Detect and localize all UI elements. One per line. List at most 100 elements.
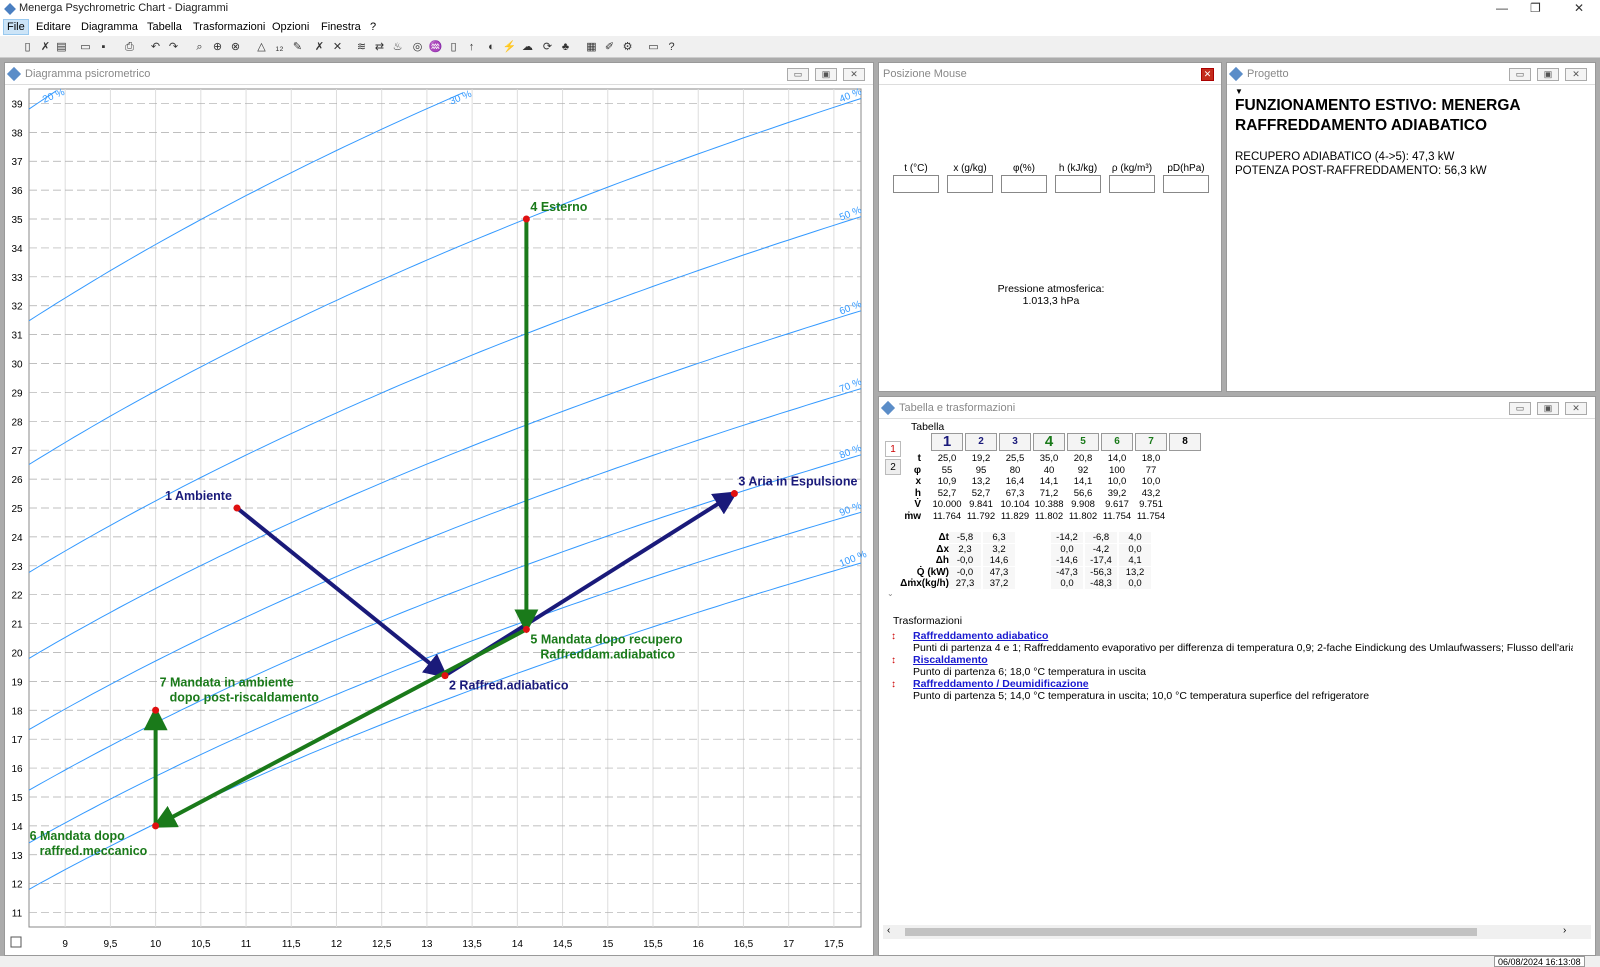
restore-button[interactable]: ❐ — [1530, 1, 1541, 15]
swap-icon[interactable]: ⇄ — [372, 40, 387, 55]
close-button[interactable]: ✕ — [1574, 1, 1584, 15]
table-close-button[interactable]: ✕ — [1565, 402, 1587, 415]
y-tick-label: 28 — [11, 417, 23, 428]
mouse-field-input[interactable] — [1001, 175, 1047, 193]
scroll-down-icon[interactable]: ⌄ — [887, 589, 894, 598]
horizontal-scrollbar[interactable]: ‹ › — [883, 925, 1591, 939]
report-icon[interactable]: ▤ — [54, 40, 69, 55]
menu-editare[interactable]: Editare — [33, 21, 74, 33]
print-icon[interactable]: ⎙ — [122, 40, 137, 55]
mouse-field-input[interactable] — [1163, 175, 1209, 193]
mouse-field-input[interactable] — [1109, 175, 1155, 193]
help-icon[interactable]: ? — [664, 40, 679, 55]
heating-icon: ↕ — [891, 655, 896, 666]
x-tick-label: 16 — [693, 939, 705, 950]
scroll-right-icon[interactable]: › — [1563, 925, 1566, 936]
mouse-field-input[interactable] — [1055, 175, 1101, 193]
psychrometric-chart[interactable]: 9 9,5 10 10,5 11 11,5 12 12,5 13 13,5 14 14,5 15 15,5… — [5, 85, 873, 955]
zoom-in-icon[interactable]: ⊕ — [210, 40, 225, 55]
menu-tabella[interactable]: Tabella — [144, 21, 185, 33]
cool-icon[interactable]: ▯ — [446, 40, 461, 55]
window-icon[interactable]: ▭ — [646, 40, 661, 55]
delete-icon[interactable]: ✗ — [38, 40, 53, 55]
table-cell: 100 — [1101, 464, 1133, 476]
edit-icon[interactable]: ✐ — [602, 40, 617, 55]
mouse-field-input[interactable] — [893, 175, 939, 193]
table-maximize-button[interactable]: ▣ — [1537, 402, 1559, 415]
heat-icon[interactable]: ♨ — [390, 40, 405, 55]
column-header[interactable]: 2 — [965, 433, 997, 451]
scrollbar-thumb[interactable] — [905, 928, 1477, 936]
transformation-link[interactable]: Riscaldamento — [913, 654, 988, 666]
table-minimize-button[interactable]: ▭ — [1509, 402, 1531, 415]
point-label: 3 Aria in Espulsione — [738, 475, 857, 489]
settings-icon[interactable]: ⚙ — [620, 40, 635, 55]
menu-diagramma[interactable]: Diagramma — [78, 21, 141, 33]
transformation-link[interactable]: Raffreddamento / Deumidificazione — [913, 678, 1089, 690]
cloud-icon[interactable]: ☁ — [520, 40, 535, 55]
y-tick-label: 26 — [11, 475, 23, 486]
points-icon[interactable]: ₁₂ — [272, 40, 287, 55]
drop-icon[interactable]: ♒ — [428, 40, 443, 55]
column-header[interactable]: 3 — [999, 433, 1031, 451]
y-tick-label: 32 — [11, 302, 23, 313]
new-icon[interactable]: ▯ — [20, 40, 35, 55]
zoom-icon[interactable]: ⌕ — [192, 40, 207, 55]
row-key: V̇ — [914, 499, 921, 510]
delta-cell: -0,0 — [949, 555, 981, 566]
menu-trasformazioni[interactable]: Trasformazioni — [190, 21, 268, 33]
menu-finestra[interactable]: Finestra — [318, 21, 364, 33]
x-tick-label: 12,5 — [372, 939, 392, 950]
menu-opzioni[interactable]: Opzioni — [269, 21, 312, 33]
mouse-field-input[interactable] — [947, 175, 993, 193]
recover-icon[interactable]: ⟳ — [540, 40, 555, 55]
delta-cell: 0,0 — [1119, 578, 1151, 589]
point-edit-icon[interactable]: ✎ — [290, 40, 305, 55]
circle-icon[interactable]: ◎ — [410, 40, 425, 55]
chart-minimize-button[interactable]: ▭ — [787, 68, 809, 81]
table-window-title: Tabella e trasformazioni — [899, 402, 1016, 414]
remove-all-icon[interactable]: ✕ — [330, 40, 345, 55]
menu-help[interactable]: ? — [367, 21, 379, 33]
save-icon[interactable]: ▪ — [96, 40, 111, 55]
triangle-icon[interactable]: △ — [254, 40, 269, 55]
chart-maximize-button[interactable]: ▣ — [815, 68, 837, 81]
column-header[interactable]: 8 — [1169, 433, 1201, 451]
undo-icon[interactable]: ↶ — [148, 40, 163, 55]
chart-icon[interactable]: ▦ — [584, 40, 599, 55]
zoom-reset-icon[interactable]: ⊗ — [228, 40, 243, 55]
table-cell: 92 — [1067, 464, 1099, 476]
column-header[interactable]: 7 — [1135, 433, 1167, 451]
y-tick-label: 35 — [11, 215, 23, 226]
point-label: 6 Mandata dopo — [30, 829, 126, 843]
y-tick-label: 36 — [11, 186, 23, 197]
chart-close-button[interactable]: ✕ — [843, 68, 865, 81]
table-cell: 13,2 — [965, 476, 997, 487]
x-tick-label: 17,5 — [824, 939, 844, 950]
column-header[interactable]: 4 — [1033, 433, 1065, 451]
project-close-button[interactable]: ✕ — [1565, 68, 1587, 81]
grid-toggle-checkbox[interactable] — [10, 936, 22, 948]
project-maximize-button[interactable]: ▣ — [1537, 68, 1559, 81]
point-label-line2: Raffreddam.adiabatico — [540, 647, 675, 661]
coil-icon[interactable]: ⚡ — [502, 40, 517, 55]
mouse-window-close-button[interactable]: ✕ — [1201, 68, 1214, 81]
project-minimize-button[interactable]: ▭ — [1509, 68, 1531, 81]
column-header[interactable]: 6 — [1101, 433, 1133, 451]
pump-icon[interactable]: ♣ — [558, 40, 573, 55]
menu-file[interactable]: File — [3, 19, 29, 35]
column-header[interactable]: 1 — [931, 433, 963, 451]
scroll-left-icon[interactable]: ‹ — [887, 925, 890, 936]
fan-icon[interactable]: ◐ — [484, 40, 499, 55]
transformation-link[interactable]: Raffreddamento adiabatico — [913, 630, 1048, 642]
y-tick-label: 11 — [12, 909, 23, 920]
humid-icon[interactable]: ↑ — [464, 40, 479, 55]
minimize-button[interactable]: — — [1496, 1, 1508, 15]
open-icon[interactable]: ▭ — [78, 40, 93, 55]
redo-icon[interactable]: ↷ — [166, 40, 181, 55]
remove-point-icon[interactable]: ✗ — [312, 40, 327, 55]
delta-cell: -17,4 — [1085, 555, 1117, 566]
mix-icon[interactable]: ≋ — [354, 40, 369, 55]
table-cell: 11.792 — [965, 510, 997, 522]
column-header[interactable]: 5 — [1067, 433, 1099, 451]
